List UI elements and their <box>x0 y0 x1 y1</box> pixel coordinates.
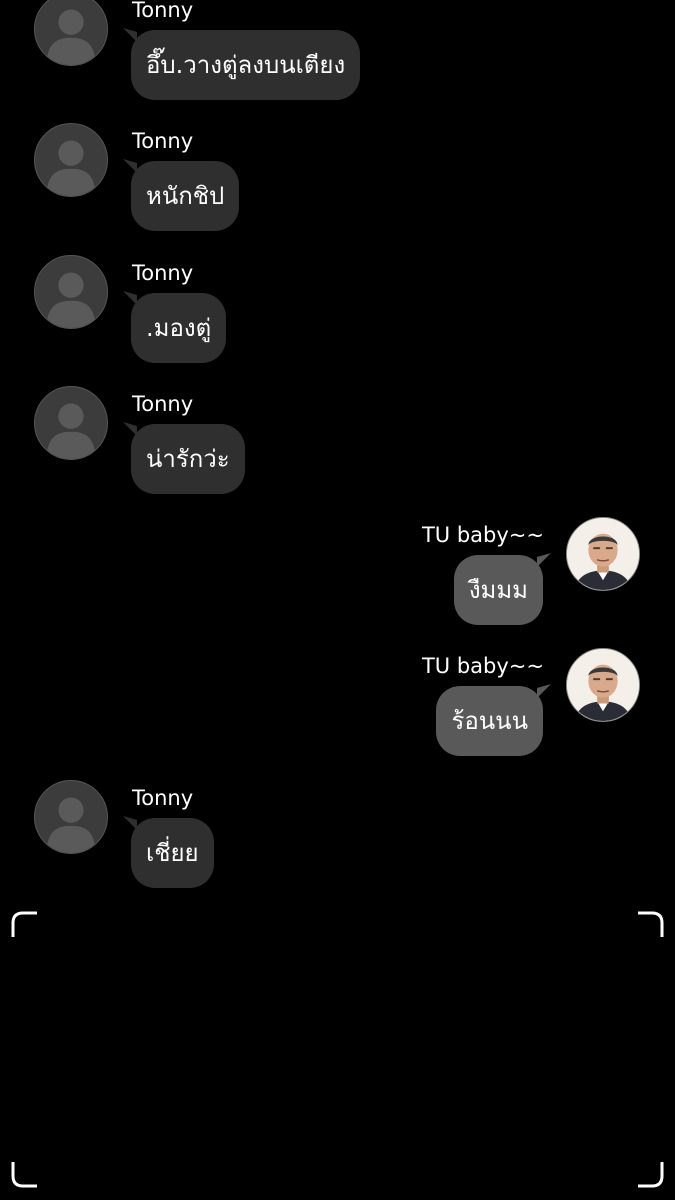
user-photo-avatar[interactable] <box>566 517 640 591</box>
sender-name: TU baby~~ <box>421 523 544 547</box>
frame-corner-top-right-icon <box>638 911 664 937</box>
message-text: เชี่ยย <box>146 839 199 867</box>
message-row: Tonny อึ๊บ.วางตู่ลงบนเตียง <box>0 0 675 110</box>
sender-name: TU baby~~ <box>421 654 544 678</box>
bubble-tail-icon <box>123 422 137 436</box>
message-row: TU baby~~ ร้อนนน <box>0 648 675 758</box>
bubble-tail-icon <box>123 28 137 42</box>
message-bubble[interactable]: .มองตู่ <box>123 291 227 363</box>
frame-corner-top-left-icon <box>11 911 37 937</box>
frame-corner-bottom-left-icon <box>11 1162 37 1188</box>
message-text: หนักชิป <box>146 182 225 210</box>
message-bubble[interactable]: หนักชิป <box>123 159 240 231</box>
sender-name: Tonny <box>132 261 194 285</box>
message-row: Tonny น่ารักว่ะ <box>0 386 675 496</box>
message-text: .มองตู่ <box>146 314 212 342</box>
user-photo-avatar[interactable] <box>566 648 640 722</box>
message-bubble[interactable]: อึ๊บ.วางตู่ลงบนเตียง <box>123 28 361 100</box>
sender-name: Tonny <box>132 392 194 416</box>
bubble-tail-icon <box>537 553 551 567</box>
sender-name: Tonny <box>132 0 194 22</box>
sender-name: Tonny <box>132 129 194 153</box>
bubble-tail-icon <box>123 291 137 305</box>
message-row: Tonny .มองตู่ <box>0 255 675 365</box>
bubble-tail-icon <box>123 816 137 830</box>
message-row: TU baby~~ งืมมม <box>0 517 675 627</box>
message-text: น่ารักว่ะ <box>146 445 230 473</box>
bubble-tail-icon <box>537 684 551 698</box>
frame-corner-bottom-right-icon <box>638 1162 664 1188</box>
message-bubble[interactable]: งืมมม <box>453 553 551 625</box>
default-person-icon[interactable] <box>34 123 108 197</box>
message-text: งืมมม <box>468 576 528 604</box>
sender-name: Tonny <box>132 786 194 810</box>
default-person-icon[interactable] <box>34 0 108 66</box>
message-text: อึ๊บ.วางตู่ลงบนเตียง <box>146 51 346 79</box>
message-bubble[interactable]: เชี่ยย <box>123 816 214 888</box>
message-bubble[interactable]: ร้อนนน <box>436 684 551 756</box>
default-person-icon[interactable] <box>34 386 108 460</box>
bubble-tail-icon <box>123 159 137 173</box>
message-text: ร้อนนน <box>451 707 528 735</box>
message-bubble[interactable]: น่ารักว่ะ <box>123 422 245 494</box>
message-row: Tonny หนักชิป <box>0 123 675 233</box>
default-person-icon[interactable] <box>34 780 108 854</box>
message-row: Tonny เชี่ยย <box>0 780 675 890</box>
default-person-icon[interactable] <box>34 255 108 329</box>
